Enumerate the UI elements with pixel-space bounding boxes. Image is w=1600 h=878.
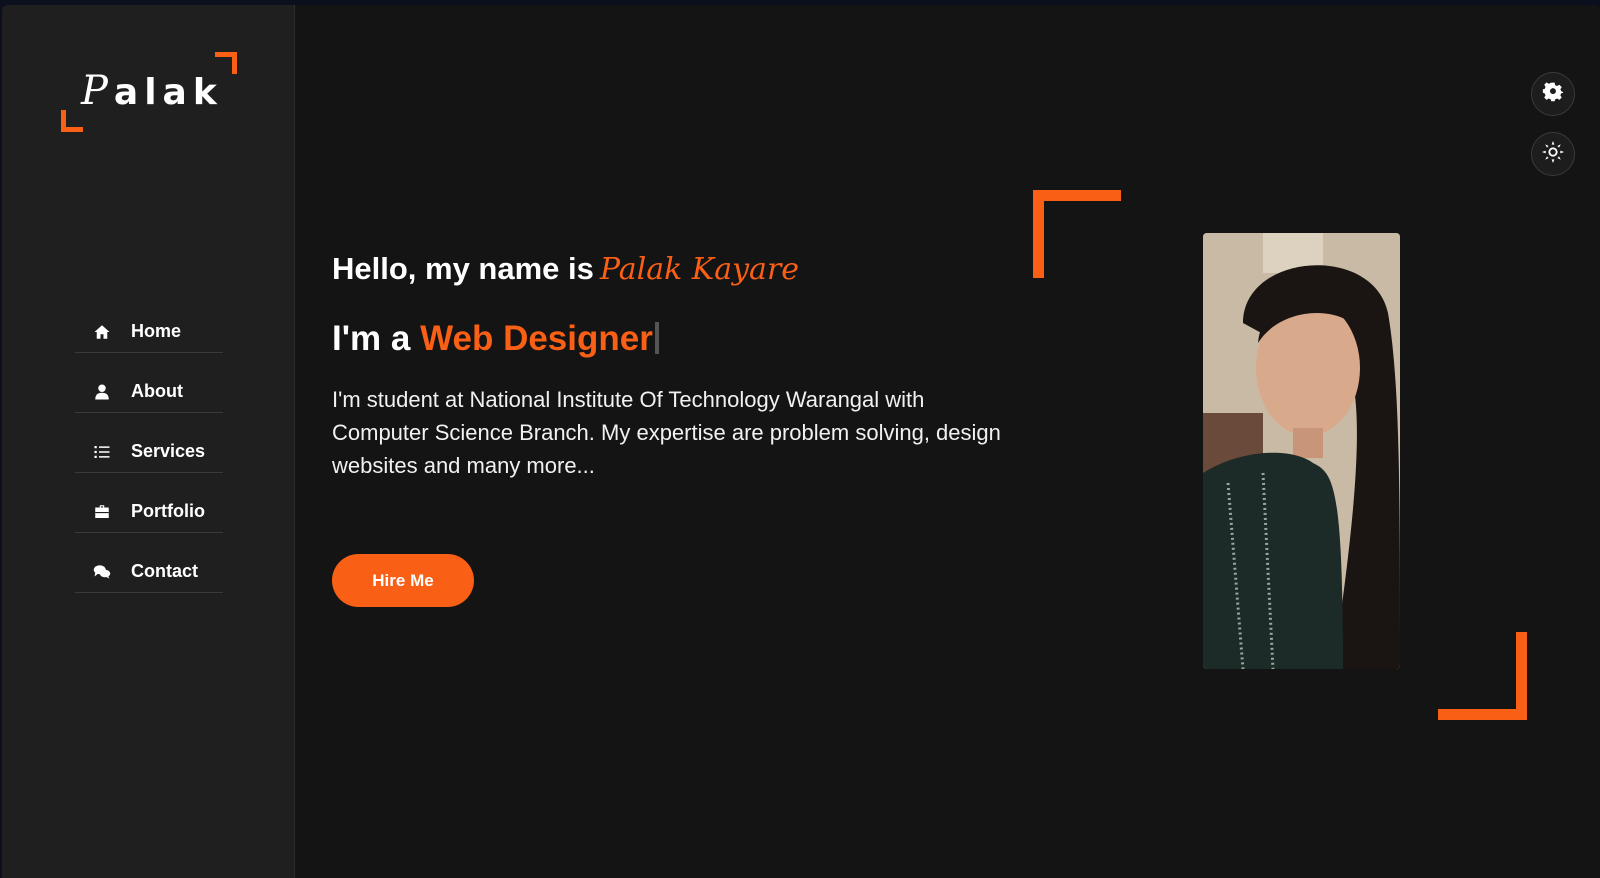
briefcase-icon	[91, 502, 113, 522]
home-icon	[91, 322, 113, 342]
theme-toggle-button[interactable]	[1531, 132, 1575, 176]
list-icon	[91, 442, 113, 462]
nav-item-portfolio[interactable]: Portfolio	[75, 491, 223, 533]
nav-item-label: Home	[131, 321, 182, 341]
gear-icon	[1542, 81, 1564, 108]
hire-me-button[interactable]: Hire Me	[332, 554, 474, 607]
nav-item-home[interactable]: Home	[75, 311, 223, 353]
nav-item-label: Services	[131, 441, 206, 461]
photo-frame-corner-bottom-right	[1438, 632, 1527, 720]
hero-description: I'm student at National Institute Of Tec…	[332, 387, 1001, 478]
role-typed-text: Web Designer	[420, 319, 653, 358]
nav-item-about[interactable]: About	[75, 371, 223, 413]
nav-item-services[interactable]: Services	[75, 431, 223, 473]
logo-text: Palak	[81, 68, 223, 114]
nav-item-label: Contact	[131, 561, 198, 581]
greeting-heading: Hello, my name is Palak Kayare	[332, 251, 800, 287]
user-icon	[91, 382, 113, 402]
comments-icon	[91, 562, 113, 582]
nav-item-label: About	[131, 381, 183, 401]
photo-frame-corner-top-left	[1033, 190, 1121, 278]
settings-toggle-button[interactable]	[1531, 72, 1575, 116]
typing-cursor	[654, 322, 659, 354]
role-heading: I'm a Web Designer	[332, 319, 659, 359]
nav-item-label: Portfolio	[131, 501, 205, 521]
nav-item-contact[interactable]: Contact	[75, 551, 223, 593]
app-window: Palak Home About Services Portfolio Cont…	[2, 5, 1600, 878]
main-nav: Home About Services Portfolio Contact	[75, 311, 223, 611]
sun-icon	[1542, 140, 1564, 168]
logo[interactable]: Palak	[61, 52, 237, 132]
logo-corner-bottom-left	[61, 110, 83, 132]
profile-photo	[1203, 233, 1400, 669]
name-script: Palak Kayare	[599, 252, 800, 287]
sidebar: Palak Home About Services Portfolio Cont…	[2, 5, 295, 878]
